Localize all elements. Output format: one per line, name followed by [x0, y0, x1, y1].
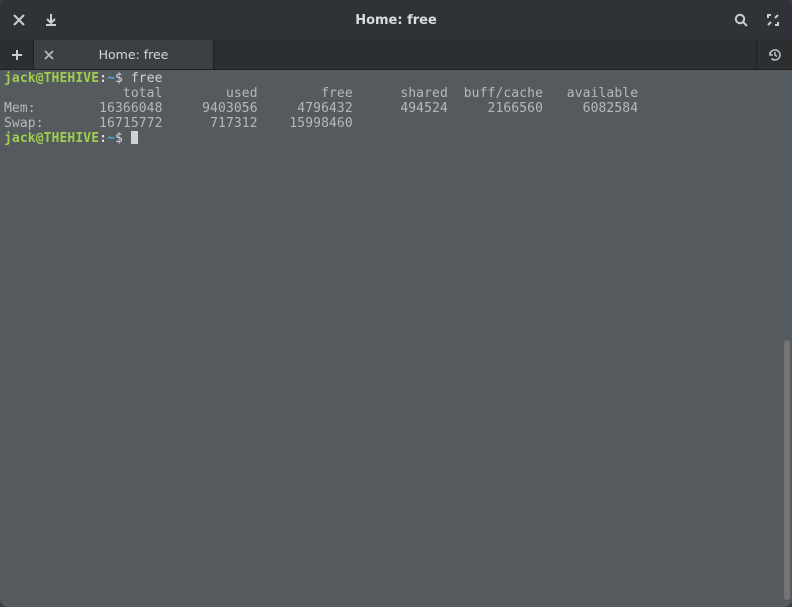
- download-icon[interactable]: [42, 11, 60, 29]
- cursor: [131, 131, 138, 144]
- prompt-path: ~: [107, 71, 115, 86]
- prompt-sep: :: [99, 71, 107, 86]
- window-title: Home: free: [74, 13, 718, 28]
- tabbar-filler: [214, 40, 756, 69]
- prompt-user: jack@THEHIVE: [4, 71, 99, 86]
- close-window-icon[interactable]: [10, 11, 28, 29]
- new-tab-button[interactable]: [0, 40, 34, 69]
- prompt-user: jack@THEHIVE: [4, 131, 99, 146]
- prompt-line-2: jack@THEHIVE:~$: [4, 131, 138, 146]
- prompt-sep: :: [99, 131, 107, 146]
- prompt-line-1: jack@THEHIVE:~$ free: [4, 71, 163, 86]
- scrollbar[interactable]: [784, 340, 790, 600]
- command-text: free: [123, 71, 163, 86]
- tab-home-free[interactable]: Home: free: [34, 40, 214, 69]
- history-icon[interactable]: [756, 40, 792, 69]
- free-output: total used free shared buff/cache availa…: [4, 86, 638, 131]
- search-icon[interactable]: [732, 11, 750, 29]
- terminal-window: Home: free Home: free jack@THEHIVE:~$ fr…: [0, 0, 792, 607]
- close-tab-icon[interactable]: [42, 48, 56, 62]
- prompt-dollar: $: [115, 131, 123, 146]
- terminal-area[interactable]: jack@THEHIVE:~$ free total used free sha…: [0, 70, 792, 607]
- tab-label: Home: free: [66, 47, 201, 62]
- prompt-dollar: $: [115, 71, 123, 86]
- titlebar: Home: free: [0, 0, 792, 40]
- tab-bar: Home: free: [0, 40, 792, 70]
- prompt-path: ~: [107, 131, 115, 146]
- fullscreen-icon[interactable]: [764, 11, 782, 29]
